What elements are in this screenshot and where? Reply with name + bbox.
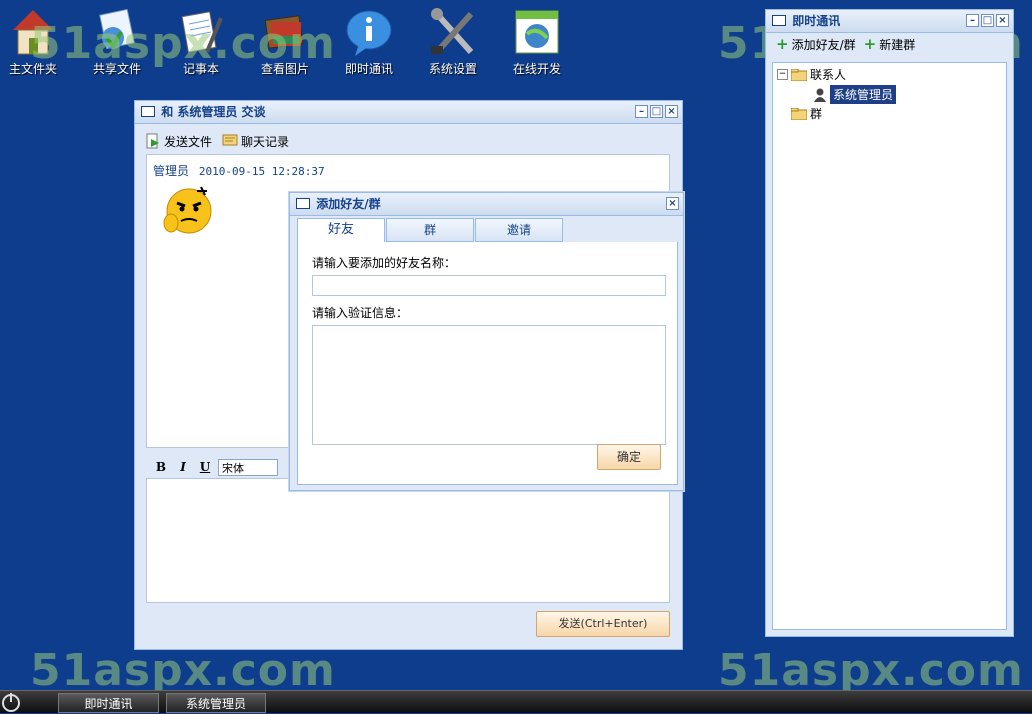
send-file-icon [146, 133, 159, 149]
desktop-icon-notepad[interactable]: 记事本 [161, 8, 241, 77]
maximize-button[interactable]: □ [981, 14, 994, 27]
online-dev-icon [515, 10, 559, 54]
image-viewer-icon [264, 15, 304, 49]
chat-history-icon [222, 134, 238, 146]
maximize-button[interactable]: □ [650, 105, 663, 118]
window-icon [141, 106, 155, 117]
tools-icon [431, 8, 474, 55]
angry-smiley-icon [163, 186, 212, 234]
desktop-icon-im[interactable]: 即时通讯 [329, 8, 409, 77]
plus-icon: + [863, 35, 877, 53]
tree-node-contacts[interactable]: − 联系人 [777, 66, 846, 83]
send-button[interactable]: 发送(Ctrl+Enter) [536, 611, 670, 637]
new-group-button[interactable]: + 新建群 [864, 35, 916, 53]
power-icon[interactable] [0, 691, 26, 713]
folder-open-icon [791, 68, 807, 81]
desktop-icon-label: 系统设置 [428, 62, 477, 76]
taskbar: 即时通讯 系统管理员 [0, 690, 1032, 713]
desktop-icon-label: 查看图片 [260, 62, 309, 76]
im-panel-titlebar[interactable]: 即时通讯 – □ × [766, 10, 1013, 33]
tab-friend[interactable]: 好友 [297, 218, 385, 243]
collapse-icon[interactable]: − [777, 69, 788, 80]
tree-node-groups[interactable]: 群 [791, 105, 822, 122]
desktop-icon-label: 共享文件 [92, 62, 141, 76]
confirm-button[interactable]: 确定 [597, 444, 661, 470]
desktop-icon-images[interactable]: 查看图片 [245, 8, 325, 77]
add-friend-dialog-title: 添加好友/群 [316, 197, 381, 211]
italic-button[interactable]: I [174, 458, 192, 476]
add-friend-dialog: 添加好友/群 × 好友 群 邀请 请输入要添加的好友名称： 请输入验证信息： 确… [289, 192, 684, 491]
message-compose-input[interactable] [146, 478, 670, 603]
desktop-icon-settings[interactable]: 系统设置 [413, 8, 493, 77]
shared-files-icon [99, 8, 135, 50]
minimize-button[interactable]: – [635, 105, 648, 118]
send-file-label: 发送文件 [164, 134, 213, 149]
desktop-icon-label: 即时通讯 [344, 62, 393, 76]
desktop-icon-shared[interactable]: 共享文件 [77, 8, 157, 77]
contact-tree: − 联系人 系统管理员 群 [772, 62, 1007, 630]
desktop-icon-label: 主文件夹 [8, 62, 57, 76]
tree-node-admin[interactable]: 系统管理员 [813, 85, 897, 104]
tree-node-label: 群 [810, 107, 823, 121]
add-friend-dialog-titlebar[interactable]: 添加好友/群 × [290, 193, 683, 216]
font-select[interactable]: 宋体 [218, 458, 278, 476]
tab-panel-friend: 请输入要添加的好友名称： 请输入验证信息： 确定 [297, 242, 678, 485]
tree-node-label: 联系人 [810, 68, 847, 82]
add-friend-tabs: 好友 群 邀请 [297, 218, 678, 243]
send-file-button[interactable]: 发送文件 [145, 133, 212, 150]
info-icon [346, 10, 392, 56]
underline-button[interactable]: U [196, 458, 214, 476]
user-icon [814, 88, 826, 102]
add-friend-label: 添加好友/群 [791, 38, 856, 52]
close-button[interactable]: × [996, 14, 1009, 27]
tab-group[interactable]: 群 [386, 218, 474, 242]
add-friend-button[interactable]: + 添加好友/群 [776, 35, 856, 53]
desktop-icon-home[interactable]: 主文件夹 [0, 8, 73, 77]
minimize-button[interactable]: – [966, 14, 979, 27]
plus-icon: + [776, 35, 789, 53]
friend-name-input[interactable] [312, 275, 666, 296]
im-panel: 即时通讯 – □ × + 添加好友/群 + 新建群 − 联系人 系统管理员 群 [765, 9, 1014, 637]
home-folder-icon [13, 10, 53, 55]
taskbar-item-admin-chat[interactable]: 系统管理员 [166, 693, 266, 713]
watermark: 51aspx.com [718, 645, 1024, 696]
watermark: 51aspx.com [30, 645, 336, 696]
chat-history-label: 聊天记录 [241, 134, 290, 149]
tree-node-label: 系统管理员 [830, 85, 897, 104]
im-panel-title: 即时通讯 [792, 14, 841, 28]
notepad-icon [181, 11, 223, 53]
message-time: 2010-09-15 12:28:37 [198, 165, 325, 178]
friend-name-label: 请输入要添加的好友名称： [312, 256, 457, 270]
chat-window-titlebar[interactable]: 和 系统管理员 交谈 – □ × [135, 101, 682, 124]
close-button[interactable]: × [666, 197, 679, 210]
close-button[interactable]: × [665, 105, 678, 118]
message-sender: 管理员 [153, 164, 190, 178]
verify-message-label: 请输入验证信息： [312, 306, 409, 320]
bold-button[interactable]: B [152, 458, 170, 476]
desktop-icon-dev[interactable]: 在线开发 [497, 8, 577, 77]
folder-icon [791, 107, 807, 120]
chat-history-button[interactable]: 聊天记录 [222, 133, 289, 150]
message-header: 管理员 2010-09-15 12:28:37 [147, 155, 669, 186]
new-group-label: 新建群 [879, 38, 916, 52]
window-icon [296, 198, 310, 209]
window-icon [772, 15, 786, 26]
desktop-icon-label: 记事本 [182, 62, 219, 76]
tab-invite[interactable]: 邀请 [475, 218, 563, 242]
chat-window-title: 和 系统管理员 交谈 [161, 105, 266, 119]
taskbar-item-im[interactable]: 即时通讯 [58, 693, 159, 713]
verify-message-input[interactable] [312, 325, 666, 445]
desktop-icon-label: 在线开发 [512, 62, 561, 76]
